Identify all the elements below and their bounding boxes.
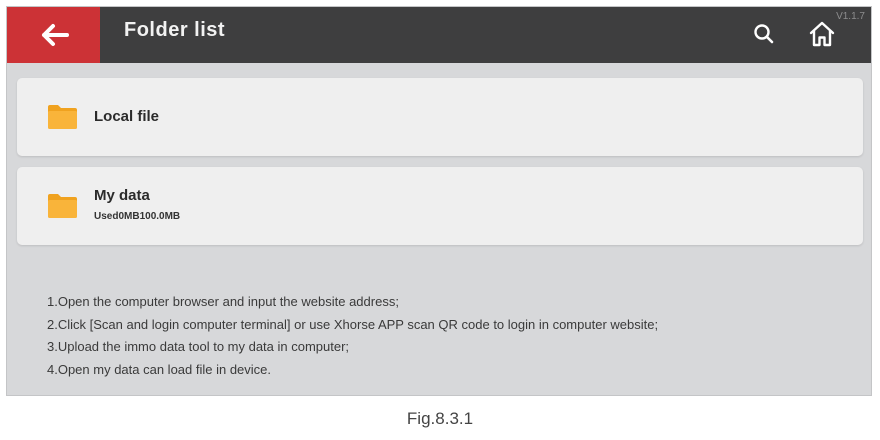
- arrow-left-icon: [41, 24, 69, 46]
- folder-icon: [48, 194, 77, 218]
- version-label: V1.1.7: [836, 11, 865, 22]
- folder-label: My data: [94, 187, 150, 204]
- instructions-list: 1.Open the computer browser and input th…: [47, 291, 867, 381]
- app-screen: Folder list V1.1.7 Local file My data Us…: [6, 6, 872, 396]
- home-icon: [809, 21, 835, 47]
- instruction-step: 3.Upload the immo data tool to my data i…: [47, 339, 350, 354]
- folder-label: Local file: [94, 108, 160, 125]
- figure-caption: Fig.8.3.1: [406, 409, 474, 428]
- search-icon: [754, 24, 774, 44]
- back-button[interactable]: [7, 7, 100, 63]
- home-button[interactable]: [807, 19, 837, 49]
- folder-icon: [48, 105, 77, 129]
- page-title: Folder list: [124, 19, 226, 41]
- folder-item-local-file[interactable]: Local file: [17, 78, 863, 156]
- search-button[interactable]: [751, 21, 777, 47]
- storage-usage-text: Used0MB100.0MB: [94, 211, 181, 222]
- top-bar: Folder list V1.1.7: [7, 7, 871, 63]
- instruction-step: 1.Open the computer browser and input th…: [47, 294, 399, 309]
- instruction-step: 2.Click [Scan and login computer termina…: [47, 316, 659, 332]
- instruction-step: 4.Open my data can load file in device.: [47, 361, 272, 377]
- folder-item-my-data[interactable]: My data Used0MB100.0MB: [17, 167, 863, 245]
